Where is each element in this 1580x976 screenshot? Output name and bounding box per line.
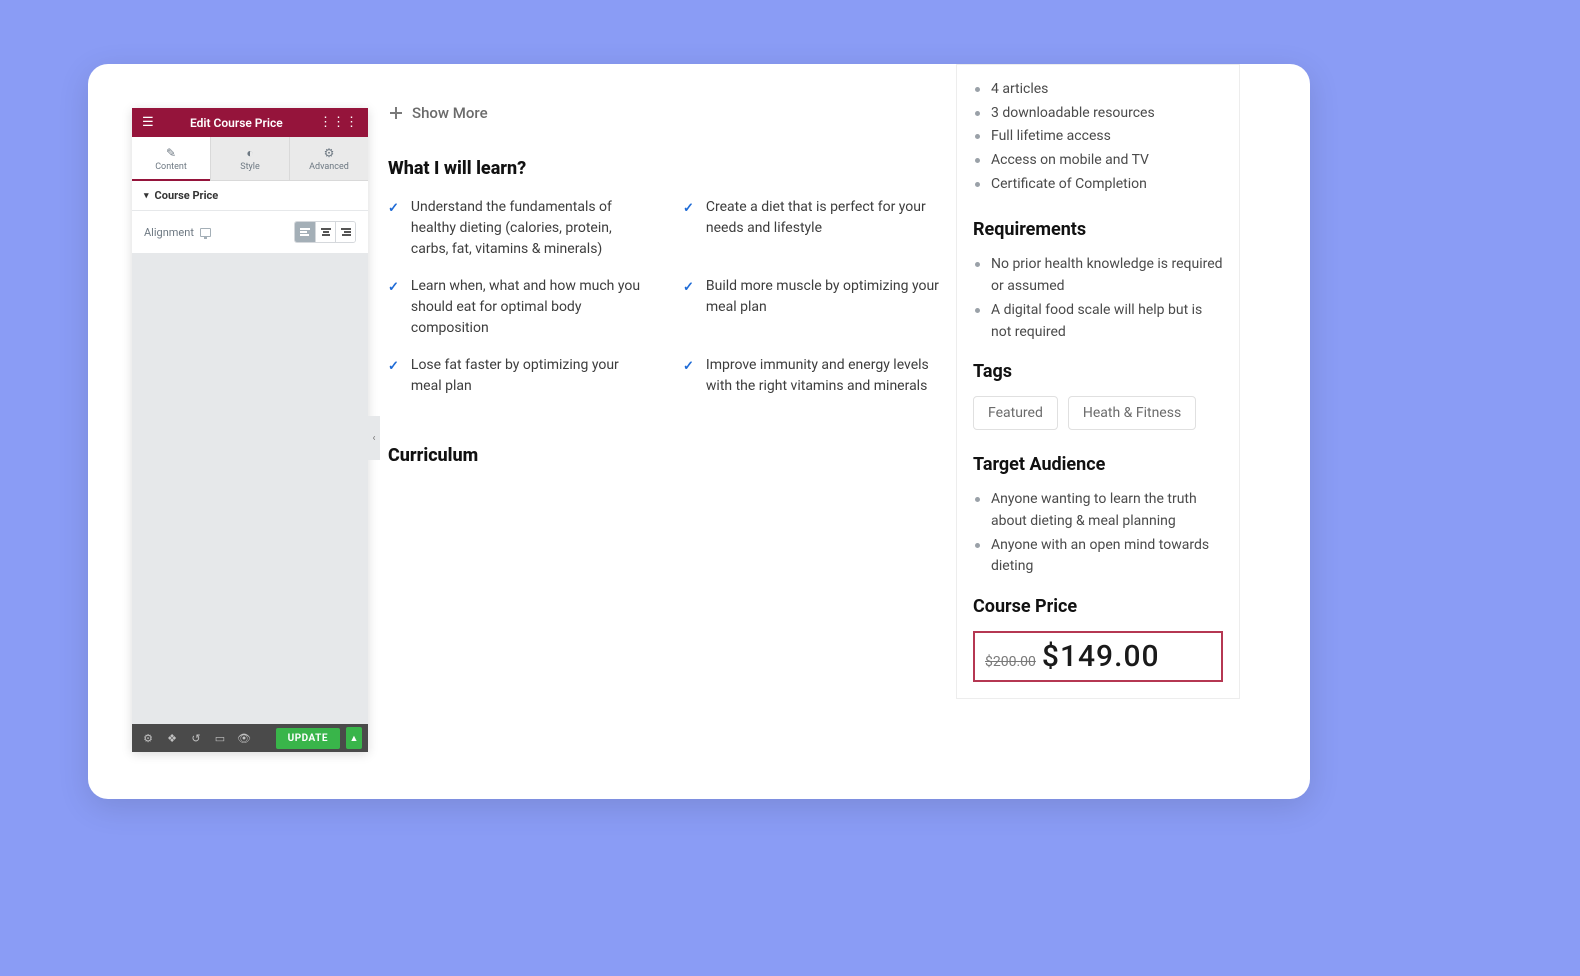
update-button[interactable]: UPDATE [276,728,340,749]
course-price-widget[interactable]: $200.00 $149.00 [973,631,1223,682]
tags-heading: Tags [973,361,1223,382]
history-icon[interactable]: ↺ [186,728,206,748]
audience-list: Anyone wanting to learn the truth about … [973,489,1223,578]
tag[interactable]: Featured [973,396,1058,430]
align-left-button[interactable] [295,222,315,242]
learn-text: Understand the fundamentals of healthy d… [411,197,651,260]
learn-grid: ✓ Understand the fundamentals of healthy… [388,197,946,397]
sidebar-box: 4 articles 3 downloadable resources Full… [956,64,1240,699]
price-heading: Course Price [973,596,1223,617]
show-more-button[interactable]: Show More [388,104,946,122]
menu-icon[interactable]: ☰ [142,116,154,129]
check-icon: ✓ [388,199,399,260]
section-course-price[interactable]: ▾ Course Price [132,181,368,211]
tags: Featured Heath & Fitness [973,396,1223,430]
section-label: Course Price [155,189,219,202]
alignment-label: Alignment [144,226,194,239]
check-icon: ✓ [683,357,694,397]
learn-item: ✓ Learn when, what and how much you shou… [388,276,651,339]
align-left-icon [300,228,310,236]
widgets-icon[interactable]: ⋮⋮⋮ [319,116,358,129]
check-icon: ✓ [683,199,694,260]
tab-style[interactable]: ◐ Style [211,137,290,180]
gear-icon: ⚙ [324,146,335,160]
editor-title: Edit Course Price [154,116,319,130]
main-content: Show More What I will learn? ✓ Understan… [388,104,946,484]
list-item: Full lifetime access [973,126,1223,148]
contrast-icon: ◐ [246,146,253,160]
plus-icon [388,105,404,121]
requirements-list: No prior health knowledge is required or… [973,254,1223,343]
tab-label: Advanced [309,162,349,172]
check-icon: ✓ [683,278,694,339]
app-card: ☰ Edit Course Price ⋮⋮⋮ ✎ Content ◐ Styl… [88,64,1310,799]
learn-item: ✓ Lose fat faster by optimizing your mea… [388,355,651,397]
controls: Alignment [132,211,368,254]
alignment-control: Alignment [144,221,356,243]
list-item: Anyone wanting to learn the truth about … [973,489,1223,532]
check-icon: ✓ [388,357,399,397]
course-features-list: 4 articles 3 downloadable resources Full… [973,65,1223,195]
requirements-heading: Requirements [973,219,1223,240]
editor-footer: ⚙ ❖ ↺ ▭ 👁 UPDATE ▲ [132,724,368,752]
editor-panel: ☰ Edit Course Price ⋮⋮⋮ ✎ Content ◐ Styl… [132,108,368,752]
list-item: A digital food scale will help but is no… [973,300,1223,343]
price-current: $149.00 [1042,639,1160,674]
list-item: 4 articles [973,79,1223,101]
pencil-icon: ✎ [166,146,176,160]
audience-heading: Target Audience [973,454,1223,475]
tag[interactable]: Heath & Fitness [1068,396,1196,430]
learn-item: ✓ Understand the fundamentals of healthy… [388,197,651,260]
tab-label: Style [240,162,260,172]
price-original: $200.00 [985,654,1036,670]
preview-icon[interactable]: 👁 [234,728,254,748]
align-center-icon [321,228,331,236]
align-right-button[interactable] [335,222,355,242]
editor-body [132,254,368,724]
settings-icon[interactable]: ⚙ [138,728,158,748]
tab-advanced[interactable]: ⚙ Advanced [290,137,368,180]
editor-tabs: ✎ Content ◐ Style ⚙ Advanced [132,137,368,181]
navigator-icon[interactable]: ❖ [162,728,182,748]
curriculum-heading: Curriculum [388,445,946,466]
list-item: Certificate of Completion [973,174,1223,196]
update-options-button[interactable]: ▲ [346,727,362,749]
learn-heading: What I will learn? [388,158,946,179]
learn-text: Build more muscle by optimizing your mea… [706,276,946,339]
list-item: No prior health knowledge is required or… [973,254,1223,297]
tab-content[interactable]: ✎ Content [132,137,211,180]
list-item: Access on mobile and TV [973,150,1223,172]
responsive-icon[interactable] [200,228,211,237]
list-item: Anyone with an open mind towards dieting [973,535,1223,578]
responsive-mode-icon[interactable]: ▭ [210,728,230,748]
learn-item: ✓ Create a diet that is perfect for your… [683,197,946,260]
check-icon: ✓ [388,278,399,339]
tab-label: Content [155,162,187,172]
list-item: 3 downloadable resources [973,103,1223,125]
alignment-label-wrap: Alignment [144,226,211,239]
editor-header: ☰ Edit Course Price ⋮⋮⋮ [132,108,368,137]
learn-text: Improve immunity and energy levels with … [706,355,946,397]
learn-text: Create a diet that is perfect for your n… [706,197,946,260]
caret-down-icon: ▾ [144,191,149,201]
learn-text: Learn when, what and how much you should… [411,276,651,339]
align-center-button[interactable] [315,222,335,242]
panel-collapse-button[interactable]: ‹ [368,416,380,460]
align-right-icon [341,228,351,236]
course-sidebar: 4 articles 3 downloadable resources Full… [956,64,1240,699]
show-more-label: Show More [412,104,488,122]
learn-text: Lose fat faster by optimizing your meal … [411,355,651,397]
learn-item: ✓ Improve immunity and energy levels wit… [683,355,946,397]
learn-item: ✓ Build more muscle by optimizing your m… [683,276,946,339]
alignment-group [294,221,356,243]
